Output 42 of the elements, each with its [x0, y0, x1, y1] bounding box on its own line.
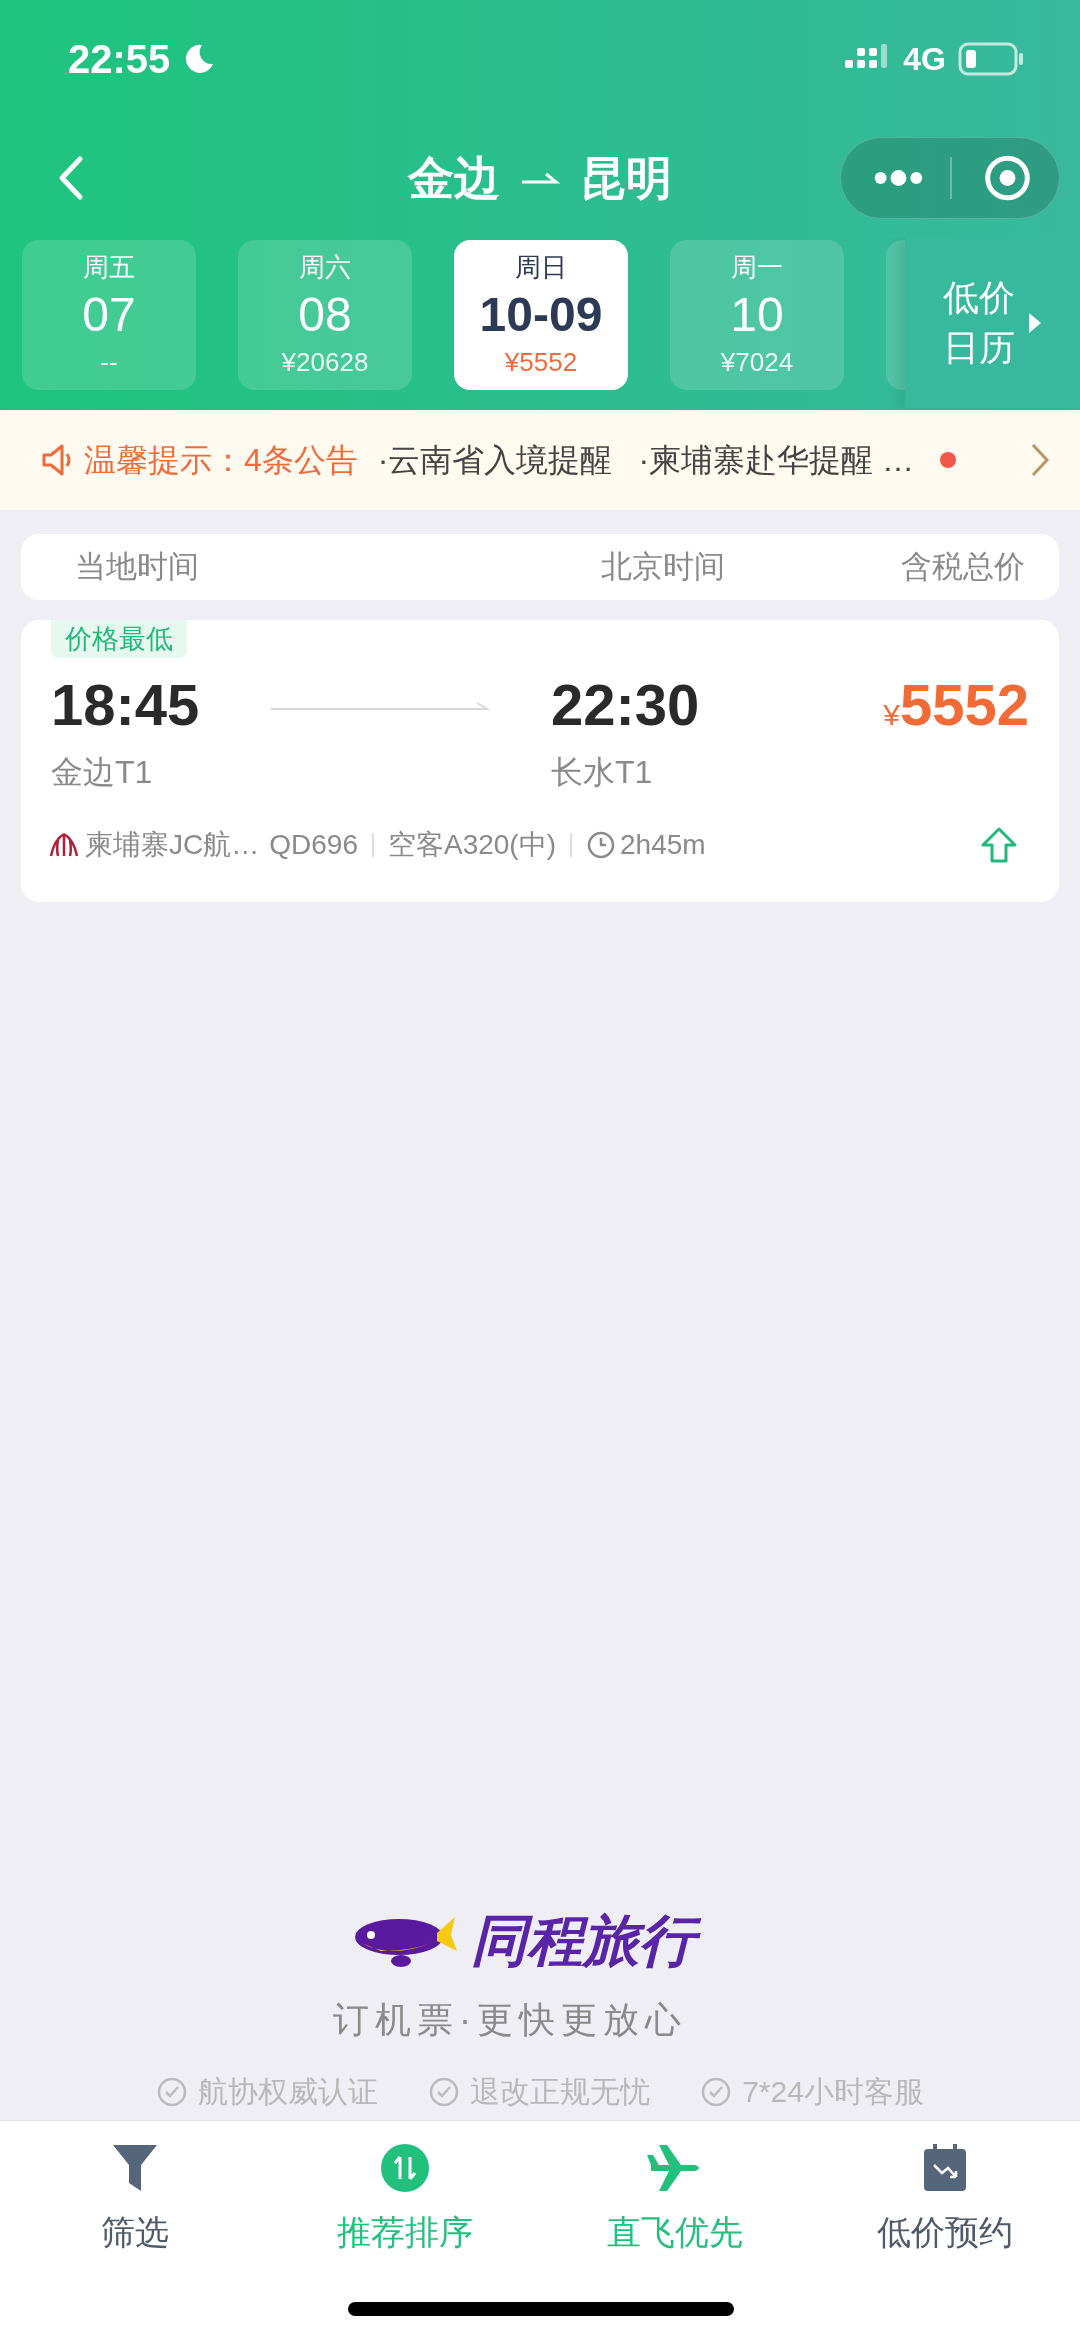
chevron-right-icon[interactable] — [1030, 442, 1050, 478]
airline-logo-icon — [49, 832, 79, 858]
notice-item[interactable]: ·柬埔寨赴华提醒 … — [638, 436, 914, 484]
assurance-text: 7*24小时客服 — [742, 2074, 924, 2110]
column-header: 含税总价 — [901, 547, 1025, 586]
lowest-price-tag: 价格最低 — [51, 620, 187, 658]
battery-icon — [958, 42, 1024, 76]
check-circle-icon — [156, 2075, 189, 2108]
caret-icon — [1026, 311, 1043, 335]
notice-count: 4条公告 — [244, 441, 358, 480]
date-tab[interactable]: 周日 10-09 ¥5552 — [454, 240, 628, 390]
destination-city: 昆明 — [580, 150, 672, 206]
flight-number: QD696 — [269, 828, 358, 862]
flight-card[interactable]: 价格最低 18:45 金边T1 22:30 长水T1 ¥5552 柬埔寨JC航… QD696 空客A320(中) 2h45m — [21, 620, 1059, 902]
column-header: 当地时间 — [74, 547, 200, 586]
calendar-trend-icon — [922, 2143, 968, 2193]
departure-time: 18:45 — [51, 672, 201, 738]
check-circle-icon — [428, 2075, 461, 2108]
arrival-time: 22:30 — [551, 672, 701, 738]
status-time: 22:55 — [68, 36, 171, 83]
bottom-nav-tab[interactable]: 筛选 — [0, 2143, 270, 2258]
clock-icon — [586, 830, 616, 860]
origin-city: 金边 — [408, 150, 500, 206]
brand-slogan: 订机票·更快更放心 — [332, 1998, 688, 2042]
departure-airport: 金边T1 — [51, 753, 154, 792]
brand-name: 同程旅行 — [467, 1905, 709, 1977]
check-circle-icon — [700, 2075, 733, 2108]
assurance-text: 退改正规无忧 — [470, 2074, 651, 2110]
notice-label: 温馨提示： — [84, 441, 244, 480]
airline-name: 柬埔寨JC航… — [85, 828, 260, 862]
flight-price: 5552 — [899, 672, 1029, 738]
flight-duration: 2h45m — [620, 828, 706, 862]
column-header: 北京时间 — [601, 547, 726, 586]
assurance-text: 航协权威认证 — [198, 2074, 379, 2110]
bottom-nav-tab[interactable]: 低价预约 — [810, 2143, 1080, 2258]
network-type: 4G — [903, 40, 946, 79]
sort-icon — [380, 2143, 430, 2193]
arrival-airport: 长水T1 — [551, 753, 654, 792]
currency-symbol: ¥ — [883, 698, 900, 733]
aircraft-type: 空客A320(中) — [387, 828, 556, 862]
notice-item[interactable]: ·云南省入境提醒 — [377, 436, 613, 484]
filter-icon — [111, 2143, 159, 2193]
